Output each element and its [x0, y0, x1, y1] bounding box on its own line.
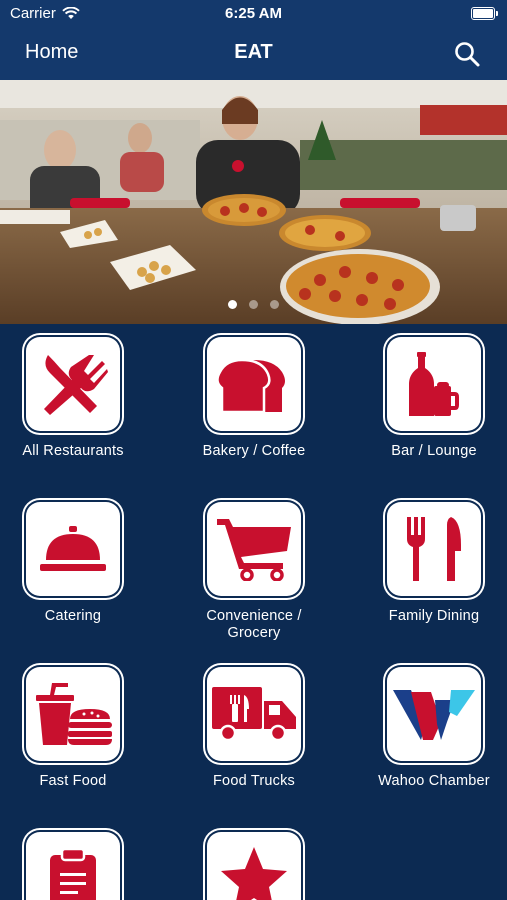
hero-photo	[0, 80, 507, 324]
category-icon-box[interactable]	[26, 832, 120, 900]
status-bar: Carrier 6:25 AM	[0, 0, 507, 28]
category-icon-box[interactable]	[387, 502, 481, 596]
category-label: Family Dining	[388, 608, 480, 624]
bottle-mug-icon	[409, 352, 459, 416]
category-icon-box[interactable]	[26, 337, 120, 431]
category-catering[interactable]: Catering	[0, 502, 148, 625]
clock: 6:25 AM	[225, 5, 282, 22]
category-label: Convenience / Grocery	[206, 608, 302, 641]
fork-knife-crossed-icon	[44, 355, 108, 415]
category-icon-box[interactable]	[207, 832, 301, 900]
category-convenience-grocery[interactable]: Convenience / Grocery	[179, 502, 329, 642]
category-icon-box[interactable]	[207, 667, 301, 761]
page-dot[interactable]	[249, 300, 258, 309]
category-label: Bar / Lounge	[391, 443, 477, 459]
page-dot[interactable]	[228, 300, 237, 309]
battery-icon	[471, 7, 498, 20]
hero-carousel[interactable]	[0, 80, 507, 324]
category-featured[interactable]	[179, 832, 329, 900]
category-label: All Restaurants	[22, 443, 124, 459]
navigation-bar: Home EAT	[0, 28, 507, 80]
category-fast-food[interactable]: Fast Food	[0, 667, 148, 790]
category-icon-box[interactable]	[26, 667, 120, 761]
category-label: Wahoo Chamber	[378, 773, 490, 789]
category-icon-box[interactable]	[207, 502, 301, 596]
category-bakery-coffee[interactable]: Bakery / Coffee	[179, 337, 329, 460]
category-wahoo-chamber[interactable]: Wahoo Chamber	[359, 667, 507, 790]
category-bar-lounge[interactable]: Bar / Lounge	[359, 337, 507, 460]
category-all-restaurants[interactable]: All Restaurants	[0, 337, 148, 460]
category-icon-box[interactable]	[387, 337, 481, 431]
bread-icon	[216, 358, 285, 412]
drink-burger-icon	[36, 683, 112, 745]
category-icon-box[interactable]	[207, 337, 301, 431]
category-label: Food Trucks	[213, 773, 295, 789]
clipboard-icon	[50, 849, 96, 900]
category-label: Fast Food	[39, 773, 107, 789]
category-grid: All Restaurants Bakery / Coffee Bar / Lo…	[0, 324, 507, 900]
category-icon-box[interactable]	[387, 667, 481, 761]
shopping-cart-icon	[217, 519, 291, 581]
category-label: Catering	[44, 608, 102, 624]
search-icon[interactable]	[453, 40, 481, 68]
cloche-icon	[40, 526, 106, 571]
star-icon	[221, 847, 287, 900]
category-family-dining[interactable]: Family Dining	[359, 502, 507, 625]
category-icon-box[interactable]	[26, 502, 120, 596]
fork-knife-icon	[407, 517, 461, 581]
food-truck-icon	[212, 687, 296, 741]
category-clipboard[interactable]	[0, 832, 148, 900]
page-dot[interactable]	[270, 300, 279, 309]
home-back-button[interactable]: Home	[25, 41, 78, 64]
wahoo-logo-icon	[393, 690, 475, 740]
category-label: Bakery / Coffee	[202, 443, 306, 459]
carousel-page-indicator[interactable]	[0, 300, 507, 309]
category-food-trucks[interactable]: Food Trucks	[179, 667, 329, 790]
